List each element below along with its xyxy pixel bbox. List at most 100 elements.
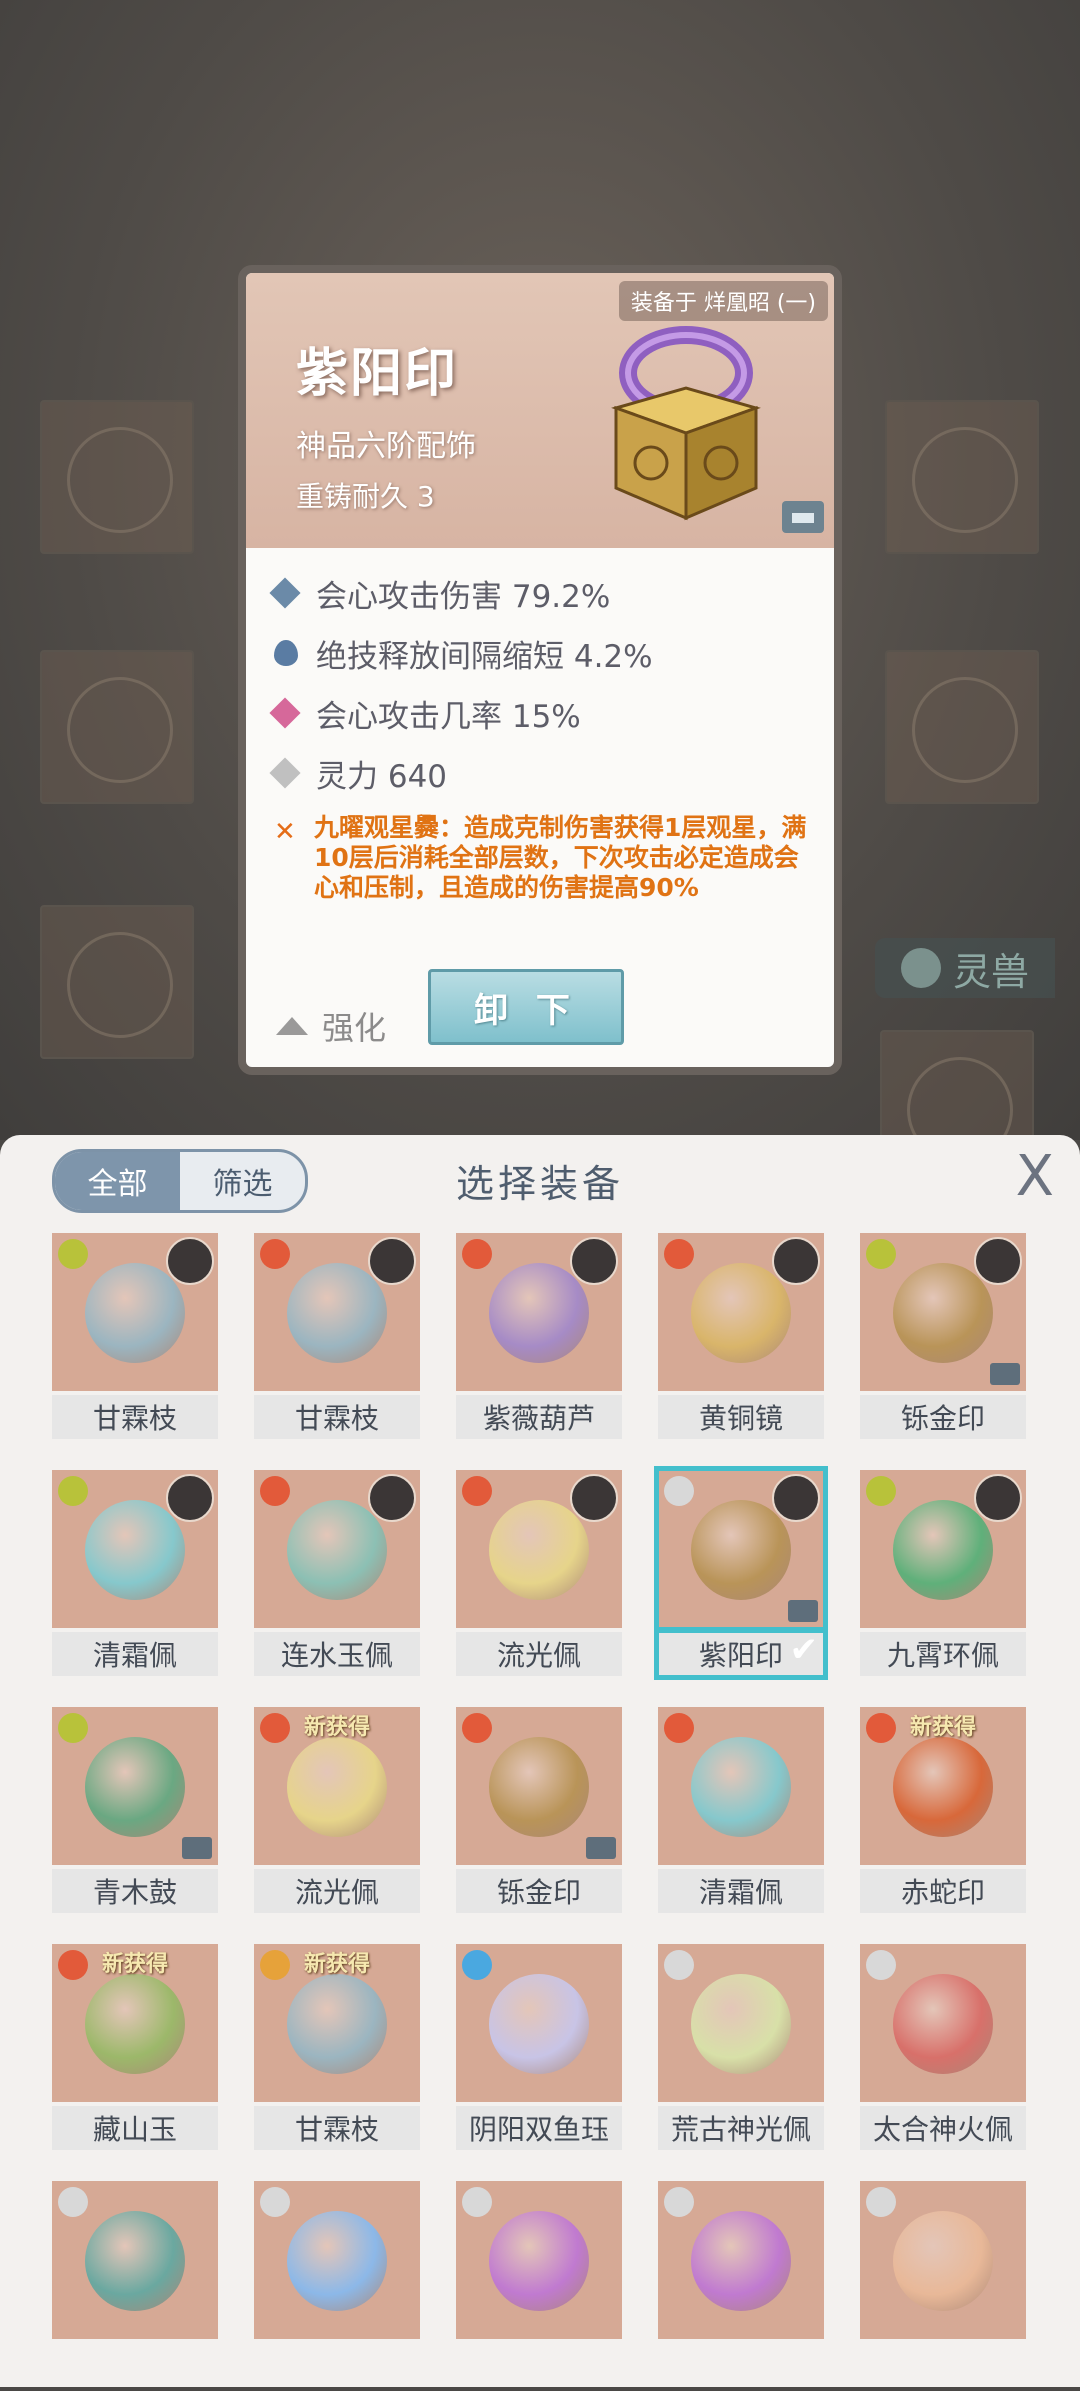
skill-text: 九曜观星爨：造成克制伤害获得1层观星，满10层后消耗全部层数，下次攻击必定造成会… (314, 813, 807, 902)
item-tile (456, 1944, 622, 2102)
spirit-beast-tab[interactable]: 灵兽 (875, 938, 1055, 998)
equipment-item[interactable]: 紫薇葫芦 (456, 1233, 622, 1443)
item-tile (658, 2181, 824, 2339)
equipment-item[interactable]: 铄金印 (456, 1707, 622, 1917)
pendant-slot[interactable] (885, 650, 1039, 804)
item-icon (287, 1737, 387, 1837)
weapon-slot[interactable] (40, 400, 194, 554)
equipment-item[interactable]: 清霜佩 (658, 1707, 824, 1917)
equipment-item[interactable]: 连水玉佩 (254, 1470, 420, 1680)
spirit-beast-label: 灵兽 (952, 949, 1029, 994)
item-tile (52, 2181, 218, 2339)
checkmark-icon: ✔ (789, 1630, 819, 1670)
element-icon (462, 1239, 492, 1269)
owner-avatar (974, 1237, 1022, 1285)
equipment-item[interactable]: 紫阳印 ✔ (654, 1466, 828, 1680)
item-name-label: 赤蛇印 (860, 1869, 1026, 1913)
item-tile (254, 2181, 420, 2339)
purple-seal-icon (611, 326, 761, 521)
item-grade: 神品六阶配饰 (296, 429, 476, 464)
item-icon (893, 1500, 993, 1600)
equipment-item[interactable] (456, 2181, 622, 2391)
owner-avatar (772, 1474, 820, 1522)
boots-slot[interactable] (40, 905, 194, 1059)
reforge-badge-icon (182, 1837, 212, 1859)
equipment-item[interactable]: 新获得 甘霖枝 (254, 1944, 420, 2154)
equipment-item[interactable] (860, 2181, 1026, 2391)
reforge-badge-icon (788, 1600, 818, 1622)
element-icon (260, 2187, 290, 2217)
equipment-item[interactable]: 青木鼓 (52, 1707, 218, 1917)
flame-icon (274, 640, 298, 666)
item-tile: 新获得 (52, 1944, 218, 2102)
stat-text: 会心攻击伤害 79.2% (316, 578, 611, 615)
item-icon (287, 1263, 387, 1363)
item-icon (893, 1737, 993, 1837)
item-icon (287, 2211, 387, 2311)
stat-text: 会心攻击几率 15% (316, 698, 581, 735)
item-icon (287, 1500, 387, 1600)
element-icon (260, 1476, 290, 1506)
stat-text: 绝技释放间隔缩短 4.2% (316, 638, 653, 675)
item-name-label: 连水玉佩 (254, 1632, 420, 1676)
up-arrow-icon (276, 1017, 308, 1035)
new-badge: 新获得 (304, 1952, 371, 1977)
item-tile (52, 1470, 218, 1628)
item-detail-header: 装备于 烊凰昭 (一) 紫阳印 神品六阶配饰 重铸耐久 3 (246, 273, 834, 548)
equipment-item[interactable]: 新获得 藏山玉 (52, 1944, 218, 2154)
equipment-item[interactable]: 甘霖枝 (254, 1233, 420, 1443)
equipment-item[interactable] (52, 2181, 218, 2391)
equipment-item[interactable]: 阴阳双鱼珏 (456, 1944, 622, 2154)
item-icon (691, 1500, 791, 1600)
item-tile: 新获得 (254, 1707, 420, 1865)
equipment-item[interactable]: 荒古神光佩 (658, 1944, 824, 2154)
equipment-item[interactable]: 清霜佩 (52, 1470, 218, 1680)
skill-icon: ✕ (274, 817, 296, 847)
item-icon (489, 1263, 589, 1363)
item-tile (456, 1233, 622, 1391)
equipment-item[interactable] (658, 2181, 824, 2391)
item-tile: 新获得 (860, 1707, 1026, 1865)
panel-title: 选择装备 (455, 1162, 624, 1206)
equipment-item[interactable]: 铄金印 (860, 1233, 1026, 1443)
item-tile (456, 1470, 622, 1628)
new-badge: 新获得 (102, 1952, 169, 1977)
owner-avatar (368, 1474, 416, 1522)
item-icon (893, 1974, 993, 2074)
element-icon (866, 1713, 896, 1743)
owner-avatar (166, 1474, 214, 1522)
equipment-item[interactable]: 流光佩 (456, 1470, 622, 1680)
diamond-icon (269, 697, 301, 729)
item-tile (456, 2181, 622, 2339)
item-name-label: 黄铜镜 (658, 1395, 824, 1439)
owner-avatar (368, 1237, 416, 1285)
close-icon[interactable]: X (1016, 1149, 1054, 1205)
item-icon (489, 1737, 589, 1837)
equipment-item[interactable]: 甘霖枝 (52, 1233, 218, 1443)
item-tile (658, 1233, 824, 1391)
owner-avatar (570, 1237, 618, 1285)
item-tile (860, 1470, 1026, 1628)
item-name-label: 紫薇葫芦 (456, 1395, 622, 1439)
element-icon (58, 1950, 88, 1980)
element-icon (866, 2187, 896, 2217)
accessory-slot[interactable] (885, 400, 1039, 554)
unequip-button[interactable]: 卸 下 (428, 969, 624, 1045)
element-icon (866, 1239, 896, 1269)
equipment-item[interactable]: 新获得 赤蛇印 (860, 1707, 1026, 1917)
equipment-item[interactable]: 新获得 流光佩 (254, 1707, 420, 1917)
item-tile (52, 1707, 218, 1865)
armor-slot[interactable] (40, 650, 194, 804)
item-name-label: 流光佩 (254, 1869, 420, 1913)
enhance-button[interactable]: 强化 (276, 1003, 386, 1049)
reforge-badge-icon (782, 501, 824, 533)
item-icon (85, 1500, 185, 1600)
item-tile (658, 1944, 824, 2102)
equipment-item[interactable]: 九霄环佩 (860, 1470, 1026, 1680)
equipment-item[interactable] (254, 2181, 420, 2391)
equipment-item[interactable]: 太合神火佩 (860, 1944, 1026, 2154)
item-icon (691, 1974, 791, 2074)
equipment-item[interactable]: 黄铜镜 (658, 1233, 824, 1443)
item-detail-card: 装备于 烊凰昭 (一) 紫阳印 神品六阶配饰 重铸耐久 3 会心攻击伤害 79.… (238, 265, 842, 1075)
element-icon (462, 1950, 492, 1980)
